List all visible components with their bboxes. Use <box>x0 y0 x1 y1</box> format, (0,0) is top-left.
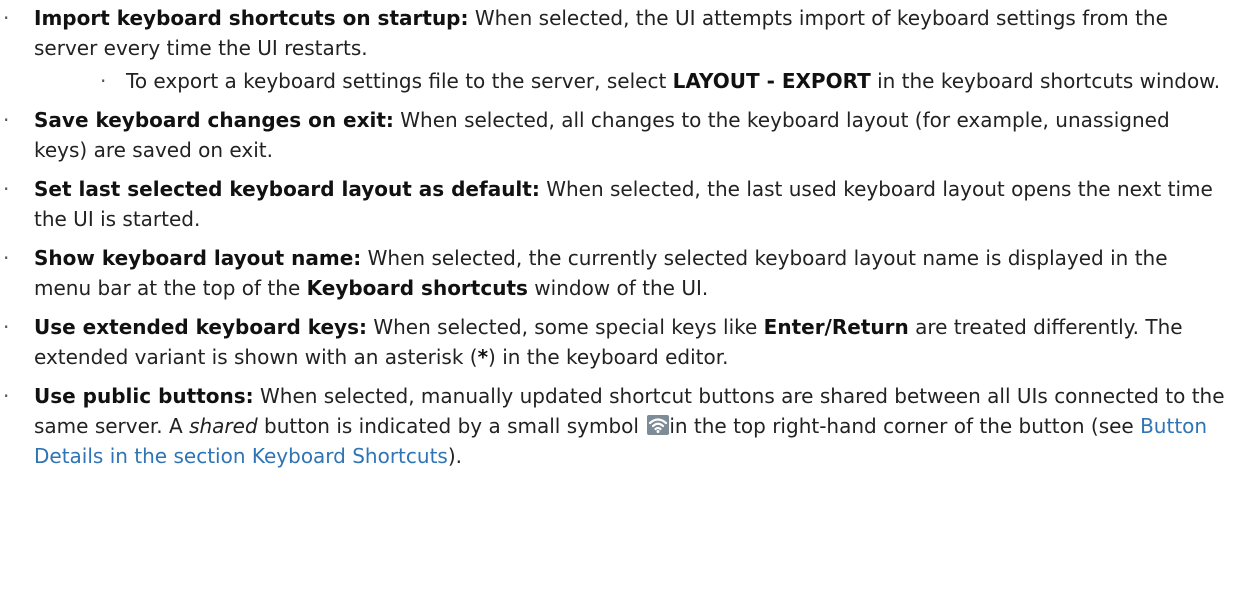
keyword-enter-return: Enter/Return <box>763 315 909 339</box>
link-text[interactable]: in the section <box>103 444 252 468</box>
list-item-last-layout-default: Set last selected keyboard layout as def… <box>0 174 1249 234</box>
option-term: Set last selected keyboard layout as def… <box>34 177 540 201</box>
option-term: Use extended keyboard keys: <box>34 315 367 339</box>
list-item-extended-keys: Use extended keyboard keys: When selecte… <box>0 312 1249 372</box>
option-description: When selected, some special keys like <box>367 315 764 339</box>
link-keyboard-shortcuts[interactable]: Keyboard Shortcuts <box>252 444 448 468</box>
list-item-import-shortcuts: Import keyboard shortcuts on startup: Wh… <box>0 3 1249 96</box>
sub-item-text: To export a keyboard settings file to th… <box>126 69 673 93</box>
option-description: in the top right-hand corner of the butt… <box>669 414 1141 438</box>
option-term: Show keyboard layout name: <box>34 246 362 270</box>
list-item-save-changes: Save keyboard changes on exit: When sele… <box>0 105 1249 165</box>
option-term: Import keyboard shortcuts on startup: <box>34 6 469 30</box>
option-term: Use public buttons: <box>34 384 254 408</box>
keyword-layout-export: LAYOUT - EXPORT <box>672 69 871 93</box>
option-description: window of the UI. <box>527 276 709 300</box>
list-item-public-buttons: Use public buttons: When selected, manua… <box>0 381 1249 471</box>
sub-item-text: in the keyboard shortcuts window. <box>870 69 1221 93</box>
document-body: Import keyboard shortcuts on startup: Wh… <box>0 0 1249 594</box>
options-list: Import keyboard shortcuts on startup: Wh… <box>0 3 1249 471</box>
option-description: ) in the keyboard editor. <box>488 345 729 369</box>
italic-shared: shared <box>189 414 258 438</box>
sub-list-item-export: To export a keyboard settings file to th… <box>34 66 1229 96</box>
keyword-asterisk: * <box>477 345 489 369</box>
keyword-keyboard-shortcuts: Keyboard shortcuts <box>306 276 528 300</box>
sub-list: To export a keyboard settings file to th… <box>34 66 1229 96</box>
option-term: Save keyboard changes on exit: <box>34 108 394 132</box>
option-description: button is indicated by a small symbol <box>257 414 646 438</box>
list-item-show-layout-name: Show keyboard layout name: When selected… <box>0 243 1249 303</box>
wifi-icon <box>647 413 670 435</box>
option-description: ). <box>447 444 463 468</box>
